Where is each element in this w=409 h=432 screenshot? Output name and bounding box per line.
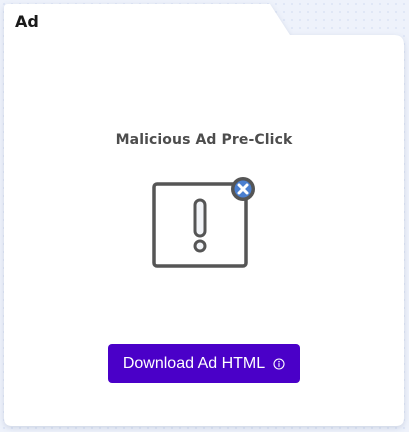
- download-button-label: Download Ad HTML: [122, 354, 266, 372]
- close-badge-icon: [231, 177, 255, 201]
- ad-panel: Ad Malicious Ad Pre-Click Download Ad HT…: [4, 4, 404, 426]
- warning-window-icon: [152, 177, 255, 268]
- panel-tab-title: Ad: [15, 12, 39, 31]
- ad-preview-title: Malicious Ad Pre-Click: [115, 132, 293, 148]
- download-ad-html-button[interactable]: Download Ad HTML: [108, 344, 300, 383]
- info-icon[interactable]: [273, 357, 285, 370]
